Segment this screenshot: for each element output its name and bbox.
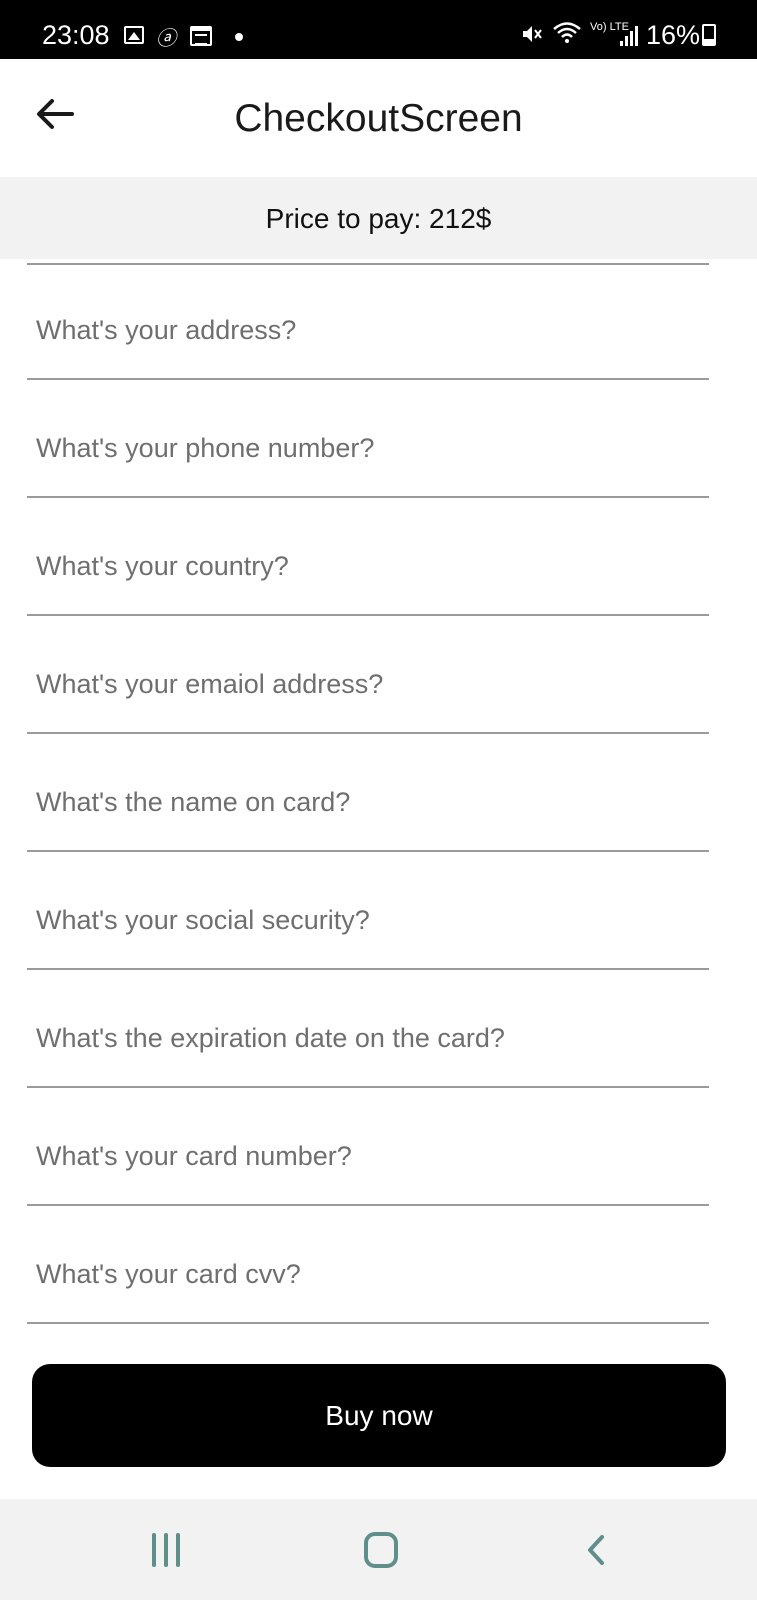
name-on-card-field[interactable]: What's the name on card? <box>27 736 709 852</box>
address-field[interactable]: What's your address? <box>27 264 709 380</box>
email-address-field[interactable]: What's your emaiol address? <box>27 618 709 734</box>
navigation-bar <box>0 1499 757 1600</box>
status-time: 23:08 <box>42 20 110 50</box>
address-placeholder: What's your address? <box>36 315 297 345</box>
card-number-placeholder: What's your card number? <box>36 1141 352 1171</box>
dot-icon <box>235 33 243 41</box>
card-cvv-field[interactable]: What's your card cvv? <box>27 1208 709 1324</box>
buy-now-button[interactable]: Buy now <box>32 1364 726 1467</box>
phone-number-placeholder: What's your phone number? <box>36 433 375 463</box>
wifi-icon <box>552 20 582 50</box>
calendar-icon <box>190 26 212 46</box>
price-banner: Price to pay: 212$ <box>0 177 757 259</box>
card-number-field[interactable]: What's your card number? <box>27 1090 709 1206</box>
gallery-icon <box>124 26 144 44</box>
price-text: Price to pay: 212$ <box>265 203 492 234</box>
phone-number-field[interactable]: What's your phone number? <box>27 382 709 498</box>
battery-icon <box>702 24 716 46</box>
email-address-placeholder: What's your emaiol address? <box>36 669 384 699</box>
signal-icon <box>620 26 638 46</box>
app-bar: CheckoutScreen <box>0 59 757 177</box>
card-cvv-placeholder: What's your card cvv? <box>36 1259 301 1289</box>
name-on-card-placeholder: What's the name on card? <box>36 787 351 817</box>
back-icon[interactable] <box>578 1531 616 1569</box>
recents-icon[interactable] <box>152 1533 186 1567</box>
expiration-date-field[interactable]: What's the expiration date on the card? <box>27 972 709 1088</box>
signature-icon: ⓐ <box>156 28 176 50</box>
country-field[interactable]: What's your country? <box>27 500 709 616</box>
battery-percentage: 16% <box>646 20 701 50</box>
home-icon[interactable] <box>364 1532 398 1568</box>
expiration-date-placeholder: What's the expiration date on the card? <box>36 1023 505 1053</box>
social-security-placeholder: What's your social security? <box>36 905 370 935</box>
status-bar: 23:08 ⓐ Vo) LTE 16% <box>0 0 757 59</box>
page-title: CheckoutScreen <box>234 97 523 140</box>
social-security-field[interactable]: What's your social security? <box>27 854 709 970</box>
country-placeholder: What's your country? <box>36 551 289 581</box>
mute-icon <box>520 22 544 52</box>
